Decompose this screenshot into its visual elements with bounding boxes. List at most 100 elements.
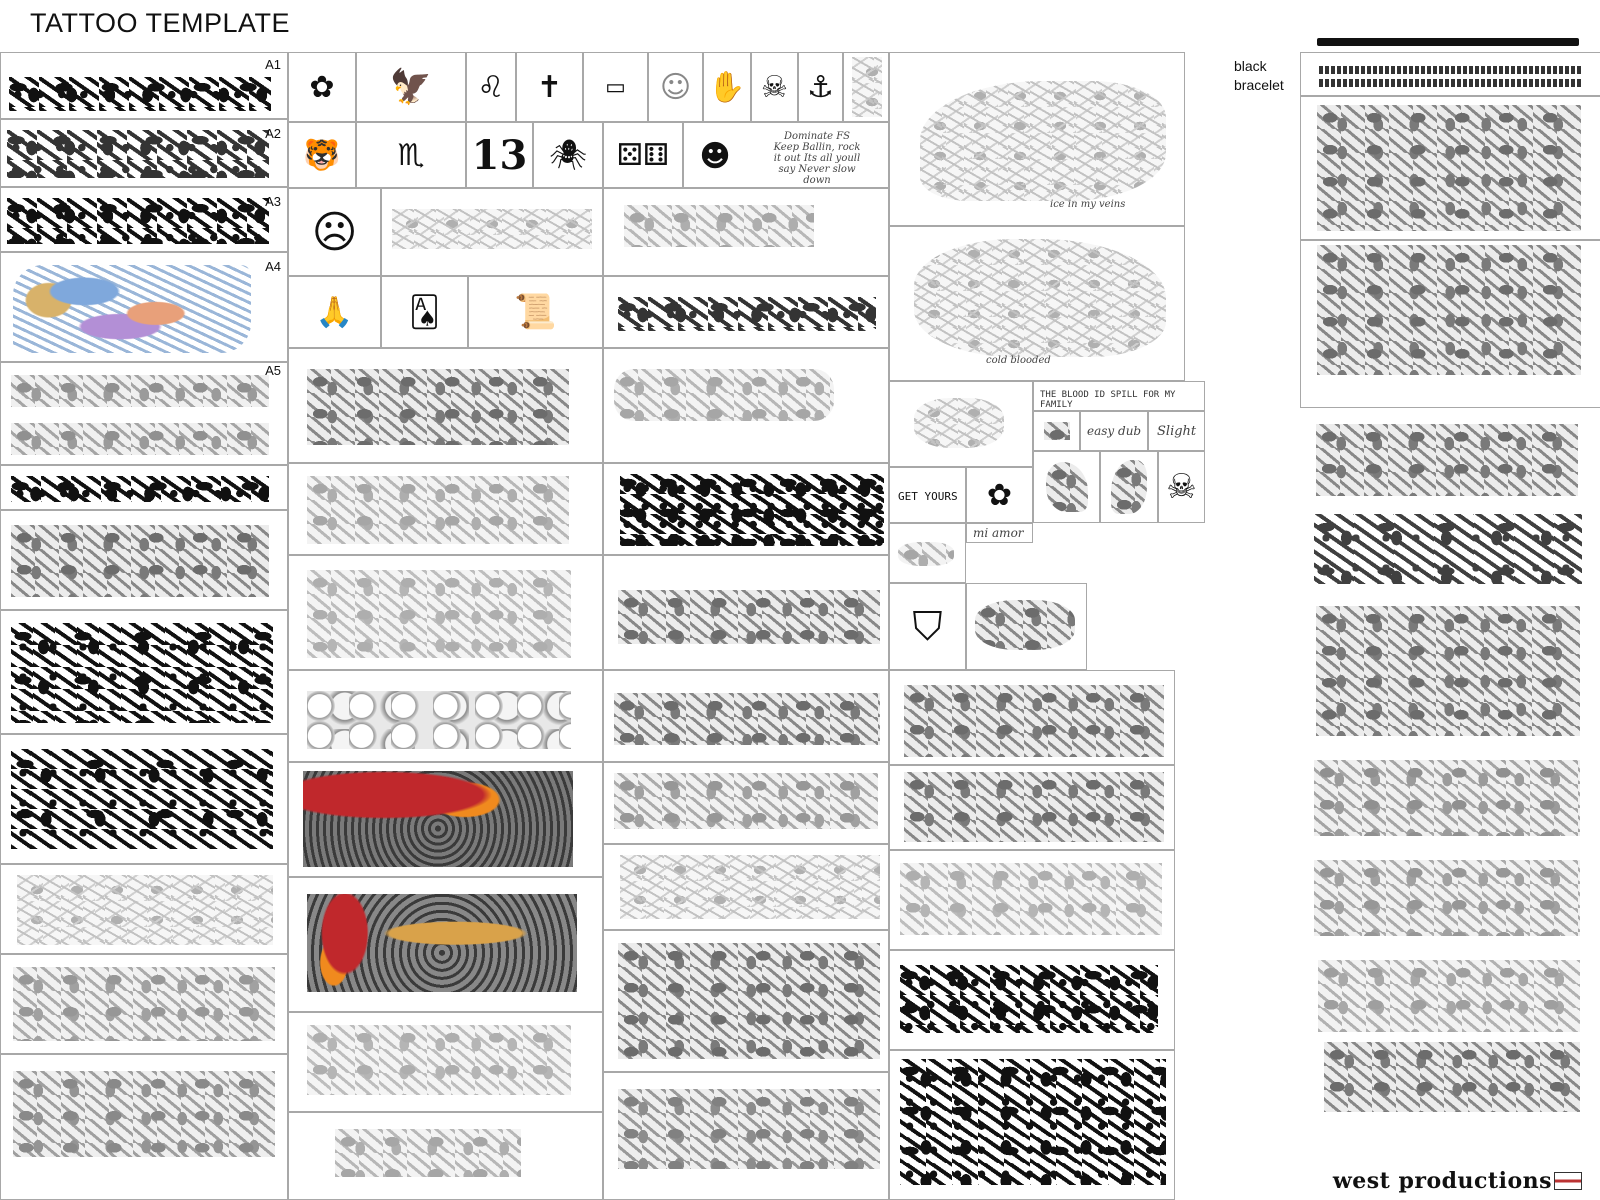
tile-flame-right[interactable] (1100, 451, 1158, 523)
panel-skulls-roses[interactable] (889, 765, 1175, 850)
flame-left-art (1046, 462, 1088, 512)
sleeve-a9[interactable] (0, 734, 288, 864)
tile-virgin[interactable]: ✝ (516, 52, 583, 122)
tile-mi-amor[interactable]: mi amor (966, 523, 1033, 543)
tile-clown[interactable]: ☺ (648, 52, 703, 122)
dragon-flames-art (307, 894, 577, 992)
pinup-sleeve-art (1317, 105, 1581, 231)
tile-devil-skull[interactable]: ☠ (751, 52, 798, 122)
panel-dragon-flames[interactable] (288, 877, 603, 1012)
tile-lion[interactable]: ♌ (466, 52, 516, 122)
tile-slight[interactable]: Slight (1148, 411, 1205, 451)
panel-eagle-crosses[interactable] (889, 950, 1175, 1050)
panel-portraits-dark[interactable] (603, 670, 889, 762)
tile-get-yours[interactable]: GET YOURS (889, 467, 966, 523)
panel-tall-gray[interactable] (603, 930, 889, 1072)
panel-skull-collage-2[interactable] (288, 1012, 603, 1112)
tile-scorpion[interactable]: ♏ (356, 122, 466, 188)
tile-rock-hand[interactable]: ✋ (703, 52, 751, 122)
sleeve-r7[interactable] (1324, 1042, 1580, 1112)
panel-gray-sleeve[interactable] (1300, 240, 1600, 408)
script-vertical-art (852, 57, 882, 117)
cold-blooded-art (914, 239, 1166, 357)
panel-tribal-dark[interactable] (603, 463, 889, 555)
praying-hands-icon: 🙏 (315, 294, 354, 330)
tile-cards[interactable]: 🂡 (381, 276, 468, 348)
tile-flame-left[interactable] (1033, 451, 1100, 523)
sleeve-a5[interactable]: A5 (0, 362, 288, 465)
tile-eagle[interactable]: 🦅 (356, 52, 466, 122)
sleeve-a10[interactable] (0, 864, 288, 954)
panel-pinup-sleeve[interactable] (1300, 96, 1600, 240)
panel-cold-blooded[interactable]: cold blooded (889, 226, 1185, 381)
tile-script-gray[interactable] (889, 523, 966, 583)
tile-web-flash[interactable] (381, 188, 603, 276)
panel-tribal-blur[interactable] (889, 850, 1175, 950)
tile-flower[interactable]: ✿ (966, 467, 1033, 523)
panel-ice-veins[interactable]: ice in my veins (889, 52, 1185, 226)
panel-ornate[interactable] (603, 1072, 889, 1200)
sleeve-a12[interactable] (0, 1054, 288, 1200)
tile-small-emblem[interactable] (1033, 411, 1080, 451)
tile-thirteen[interactable]: 13 (466, 122, 533, 188)
tile-bulldog[interactable]: ⛉ (889, 583, 966, 670)
sleeve-r5[interactable] (1314, 860, 1580, 936)
tile-rose[interactable]: ✿ (288, 52, 356, 122)
tile-praying-hands[interactable]: 🙏 (288, 276, 381, 348)
sleeve-a12-art (13, 1071, 275, 1157)
panel-skull-gray[interactable] (603, 555, 889, 670)
tile-skull[interactable]: ☠ (1158, 451, 1205, 523)
tile-flag-wave[interactable] (603, 188, 889, 276)
sleeve-a8[interactable] (0, 610, 288, 734)
tile-devil-face[interactable]: ☹ (288, 188, 381, 276)
panel-faded[interactable] (288, 1112, 603, 1200)
tile-family-text[interactable]: THE BLOOD ID SPILL FOR MY FAMILY (1033, 381, 1205, 411)
label-a5: A5 (265, 363, 281, 378)
tile-tiger[interactable]: 🐯 (288, 122, 356, 188)
tile-script-vertical[interactable] (843, 52, 889, 122)
cold-blooded-text: cold blooded (986, 355, 1051, 366)
panel-black-bracelet[interactable] (1300, 52, 1600, 96)
bracelet-bar-top (1317, 38, 1579, 46)
sleeve-a6[interactable] (0, 465, 288, 510)
panel-skull-collage[interactable] (288, 463, 603, 555)
red-dragon-art (303, 771, 573, 867)
bracelet-art-2 (1319, 79, 1581, 87)
panel-scorpions-web[interactable] (889, 1050, 1175, 1200)
panel-tribal-light[interactable] (603, 844, 889, 930)
ornate-art (618, 1089, 880, 1169)
panel-clock-skull[interactable] (889, 670, 1175, 765)
panel-tribal-gray[interactable] (288, 348, 603, 463)
sleeve-r4[interactable] (1314, 760, 1580, 836)
tile-dominate[interactable]: ☻ Dominate FS Keep Ballin, rock it out I… (683, 122, 889, 188)
sleeve-a7[interactable] (0, 510, 288, 610)
panel-red-dragon[interactable] (288, 762, 603, 877)
panel-clouds[interactable] (288, 670, 603, 762)
clown-icon: ☺ (659, 69, 692, 105)
tile-easy-dub[interactable]: easy dub (1080, 411, 1148, 451)
panel-graffiti[interactable] (288, 555, 603, 670)
tile-razor[interactable]: ▭ (583, 52, 648, 122)
sleeve-a4[interactable]: A4 (0, 252, 288, 362)
sleeve-r3[interactable] (1316, 606, 1580, 736)
bracelet-label-2: bracelet (1234, 77, 1284, 93)
panel-scribble[interactable] (603, 348, 889, 463)
tile-anchor[interactable]: ⚓ (798, 52, 843, 122)
panel-portraits-light[interactable] (603, 762, 889, 844)
skull-icon: ☠ (1166, 467, 1197, 507)
tile-scroll[interactable]: 📜 (468, 276, 603, 348)
skull-collage-art (307, 476, 569, 544)
tile-flowers-pair[interactable] (966, 583, 1087, 670)
sleeve-r6[interactable] (1318, 960, 1580, 1032)
sleeve-r2[interactable] (1314, 514, 1582, 584)
tile-dice[interactable]: ⚄⚅ (603, 122, 683, 188)
sleeve-a3[interactable]: A3 (0, 187, 288, 252)
sleeve-a2[interactable]: A2 (0, 119, 288, 187)
tile-tribal-band[interactable] (603, 276, 889, 348)
sleeve-a11[interactable] (0, 954, 288, 1054)
sleeve-a1[interactable]: A1 (0, 52, 288, 119)
tile-spider[interactable]: 🕷 (533, 122, 603, 188)
tile-rose-cluster[interactable] (889, 381, 1033, 467)
scorpion-icon: ♏ (397, 137, 425, 173)
sleeve-r1[interactable] (1316, 424, 1578, 496)
